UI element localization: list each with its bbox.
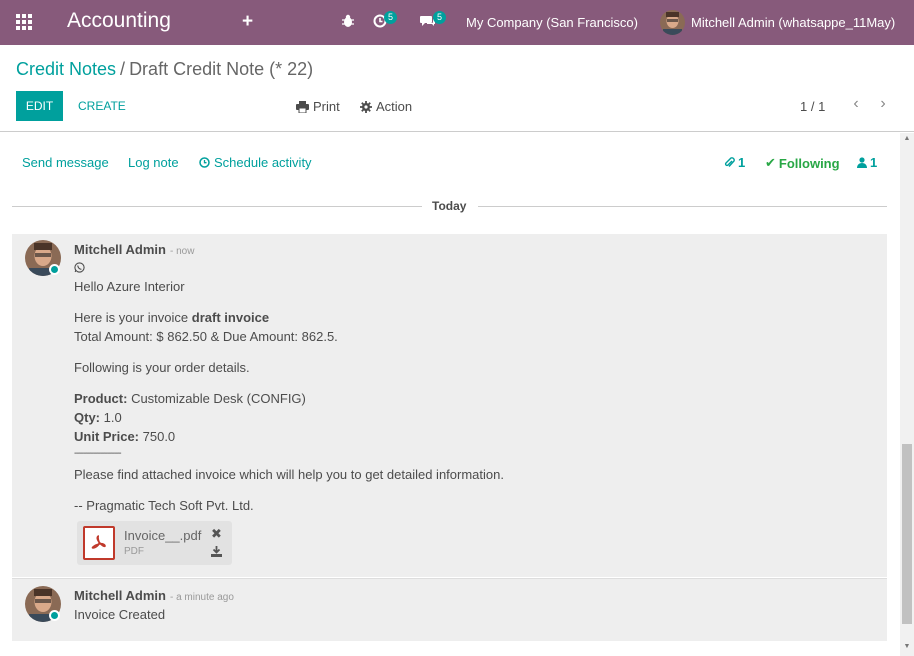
schedule-activity-label: Schedule activity: [214, 155, 312, 170]
online-status-dot: [49, 610, 60, 621]
attachment-count: 1: [738, 155, 746, 170]
message-whatsapp-invoice: Mitchell Admin - now Hello Azure Interior…: [12, 234, 887, 577]
followers-button[interactable]: 1: [857, 155, 877, 170]
vertical-scrollbar[interactable]: ▲ ▼: [900, 133, 914, 656]
paperclip-icon: [724, 156, 735, 167]
messages-chat-icon[interactable]: 5: [420, 11, 447, 33]
pager-next-icon[interactable]: ›: [873, 95, 893, 115]
message-header: Mitchell Admin - now: [74, 241, 194, 259]
pager-previous-icon[interactable]: ‹: [846, 95, 866, 115]
breadcrumb-separator: /: [120, 59, 126, 79]
whatsapp-icon: [74, 260, 85, 278]
message-rule: --------------------: [74, 448, 122, 459]
product-value: Customizable Desk (CONFIG): [127, 391, 306, 406]
check-icon: ✔: [765, 155, 776, 170]
user-avatar[interactable]: [660, 10, 685, 35]
user-menu[interactable]: Mitchell Admin (whatsappe_11May): [691, 15, 895, 30]
breadcrumb-credit-notes[interactable]: Credit Notes: [16, 59, 116, 79]
top-navbar: Accounting + 5 5 My Company (San Francis…: [0, 0, 914, 45]
message-invoice-line: Here is your invoice draft invoice: [74, 308, 269, 327]
qty-label: Qty:: [74, 410, 100, 425]
product-label: Product:: [74, 391, 128, 406]
schedule-activity-button[interactable]: Schedule activity: [199, 155, 312, 170]
log-note-button[interactable]: Log note: [128, 155, 179, 170]
message-greeting: Hello Azure Interior: [74, 279, 185, 294]
attachment-card[interactable]: Invoice__.pdf PDF ✖: [77, 521, 232, 565]
message-date: - now: [169, 246, 195, 257]
action-menu[interactable]: Action: [360, 99, 412, 114]
message-signature: -- Pragmatic Tech Soft Pvt. Ltd.: [74, 498, 254, 513]
price-value: 750.0: [139, 429, 176, 444]
clock-icon: [199, 157, 210, 168]
attachment-name[interactable]: Invoice__.pdf: [124, 528, 201, 543]
online-status-dot: [49, 264, 60, 275]
send-message-button[interactable]: Send message: [22, 155, 109, 170]
quick-create-icon[interactable]: +: [242, 11, 253, 33]
invoice-prefix: Here is your invoice: [74, 310, 192, 325]
attachments-button[interactable]: 1: [724, 155, 745, 170]
message-qty: Qty: 1.0: [74, 408, 122, 427]
date-divider-right: [478, 206, 887, 207]
breadcrumb: Credit Notes / Draft Credit Note (* 22): [16, 59, 313, 80]
activity-clock-icon[interactable]: 5: [373, 11, 398, 33]
create-button[interactable]: CREATE: [72, 91, 132, 121]
scroll-up-icon[interactable]: ▲: [903, 135, 911, 142]
print-menu[interactable]: Print: [296, 99, 340, 114]
following-button[interactable]: ✔ Following: [765, 155, 840, 171]
message-total: Total Amount: $ 862.50 & Due Amount: 862…: [74, 329, 338, 344]
message-header: Mitchell Admin - a minute ago: [74, 587, 234, 605]
message-author[interactable]: Mitchell Admin: [74, 588, 166, 603]
pager-value[interactable]: 1 / 1: [800, 99, 825, 114]
message-attached-note: Please find attached invoice which will …: [74, 467, 504, 482]
following-label: Following: [778, 155, 840, 171]
messages-count-badge: 5: [433, 11, 447, 24]
action-label: Action: [376, 99, 413, 114]
message-product: Product: Customizable Desk (CONFIG): [74, 389, 306, 408]
gear-icon: [360, 100, 372, 113]
scrollbar-thumb[interactable]: [902, 444, 912, 624]
apps-menu-icon[interactable]: [16, 14, 34, 32]
qty-value: 1.0: [100, 410, 122, 425]
company-switcher[interactable]: My Company (San Francisco): [466, 15, 638, 30]
breadcrumb-current: Draft Credit Note (* 22): [129, 59, 314, 79]
date-separator: Today: [432, 199, 467, 213]
user-icon: [857, 157, 867, 168]
pdf-file-icon: [83, 526, 115, 560]
message-body: Invoice Created: [74, 607, 166, 622]
attachment-type: PDF: [124, 546, 144, 557]
control-panel: Credit Notes / Draft Credit Note (* 22) ED…: [0, 45, 914, 132]
scroll-down-icon[interactable]: ▼: [903, 643, 911, 650]
print-icon: [296, 100, 309, 113]
print-label: Print: [313, 99, 340, 114]
date-divider-left: [12, 206, 422, 207]
message-date: - a minute ago: [169, 592, 234, 603]
message-following: Following is your order details.: [74, 360, 250, 375]
chatter-area: Send message Log note Schedule activity …: [0, 133, 900, 656]
app-title[interactable]: Accounting: [67, 9, 171, 33]
activity-count-badge: 5: [384, 11, 398, 24]
debug-bug-icon[interactable]: [341, 14, 355, 33]
edit-button[interactable]: EDIT: [16, 91, 63, 121]
follower-count: 1: [870, 155, 878, 170]
price-label: Unit Price:: [74, 429, 140, 444]
remove-attachment-icon[interactable]: ✖: [211, 526, 222, 542]
download-icon[interactable]: [211, 546, 222, 560]
invoice-bold: draft invoice: [191, 310, 270, 325]
message-author[interactable]: Mitchell Admin: [74, 242, 166, 257]
message-invoice-created: Mitchell Admin - a minute ago Invoice Cre…: [12, 578, 887, 641]
